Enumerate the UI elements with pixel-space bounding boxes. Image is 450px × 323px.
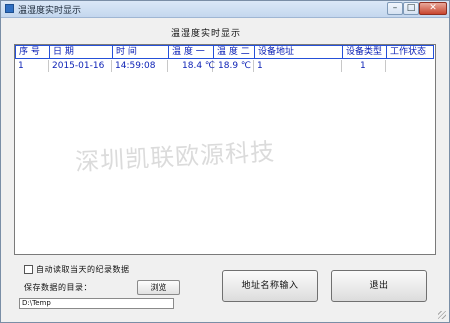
app-icon [5,4,14,13]
column-header-status[interactable]: 工作状态 [386,45,434,59]
column-header-device-type[interactable]: 设备类型 [342,45,386,59]
exit-button[interactable]: 退出 [331,270,427,302]
resize-grip-icon[interactable] [438,311,446,319]
cell-temp1: 18.4 ℃ [168,60,215,72]
cell-date: 2015-01-16 [49,60,112,72]
column-header-address[interactable]: 设备地址 [254,45,342,59]
column-header-index[interactable]: 序 号 [15,45,49,59]
auto-read-checkbox[interactable] [24,265,33,274]
page-title: 温湿度实时显示 [171,29,242,39]
column-header-temp1[interactable]: 温 度 一 [168,45,213,59]
cell-index: 1 [15,60,49,72]
cell-temp2: 18.9 ℃ [213,60,254,72]
cell-status [386,60,434,72]
save-path-field[interactable]: D:\Temp [19,298,174,309]
watermark-text: 深圳凯联欧源科技 [74,137,276,177]
column-header-time[interactable]: 时 间 [112,45,168,59]
cell-time: 14:59:08 [112,60,168,72]
minimize-button[interactable]: – [387,2,403,15]
maximize-button[interactable]: □ [403,2,419,15]
auto-read-label[interactable]: 自动读取当天的纪录数据 [36,264,130,275]
cell-device-type: 1 [342,60,386,72]
window-title: 温湿度实时显示 [18,6,82,16]
title-bar: 温湿度实时显示 – □ ✕ [1,1,449,18]
column-header-date[interactable]: 日 期 [49,45,112,59]
browse-button[interactable]: 浏览 [137,280,180,295]
cell-address: 1 [254,60,342,72]
grid-header: 序 号 日 期 时 间 温 度 一 温 度 二 设备地址 设备类型 工作状态 [15,45,435,59]
save-dir-label: 保存数据的目录： [24,283,92,292]
data-grid[interactable]: 序 号 日 期 时 间 温 度 一 温 度 二 设备地址 设备类型 工作状态 1… [14,44,436,255]
address-name-input-button[interactable]: 地址名称输入 [222,270,318,302]
close-button[interactable]: ✕ [419,2,447,15]
main-window: 温湿度实时显示 – □ ✕ 温湿度实时显示 序 号 日 期 时 间 温 度 一 … [0,0,450,323]
column-header-temp2[interactable]: 温 度 二 [213,45,254,59]
